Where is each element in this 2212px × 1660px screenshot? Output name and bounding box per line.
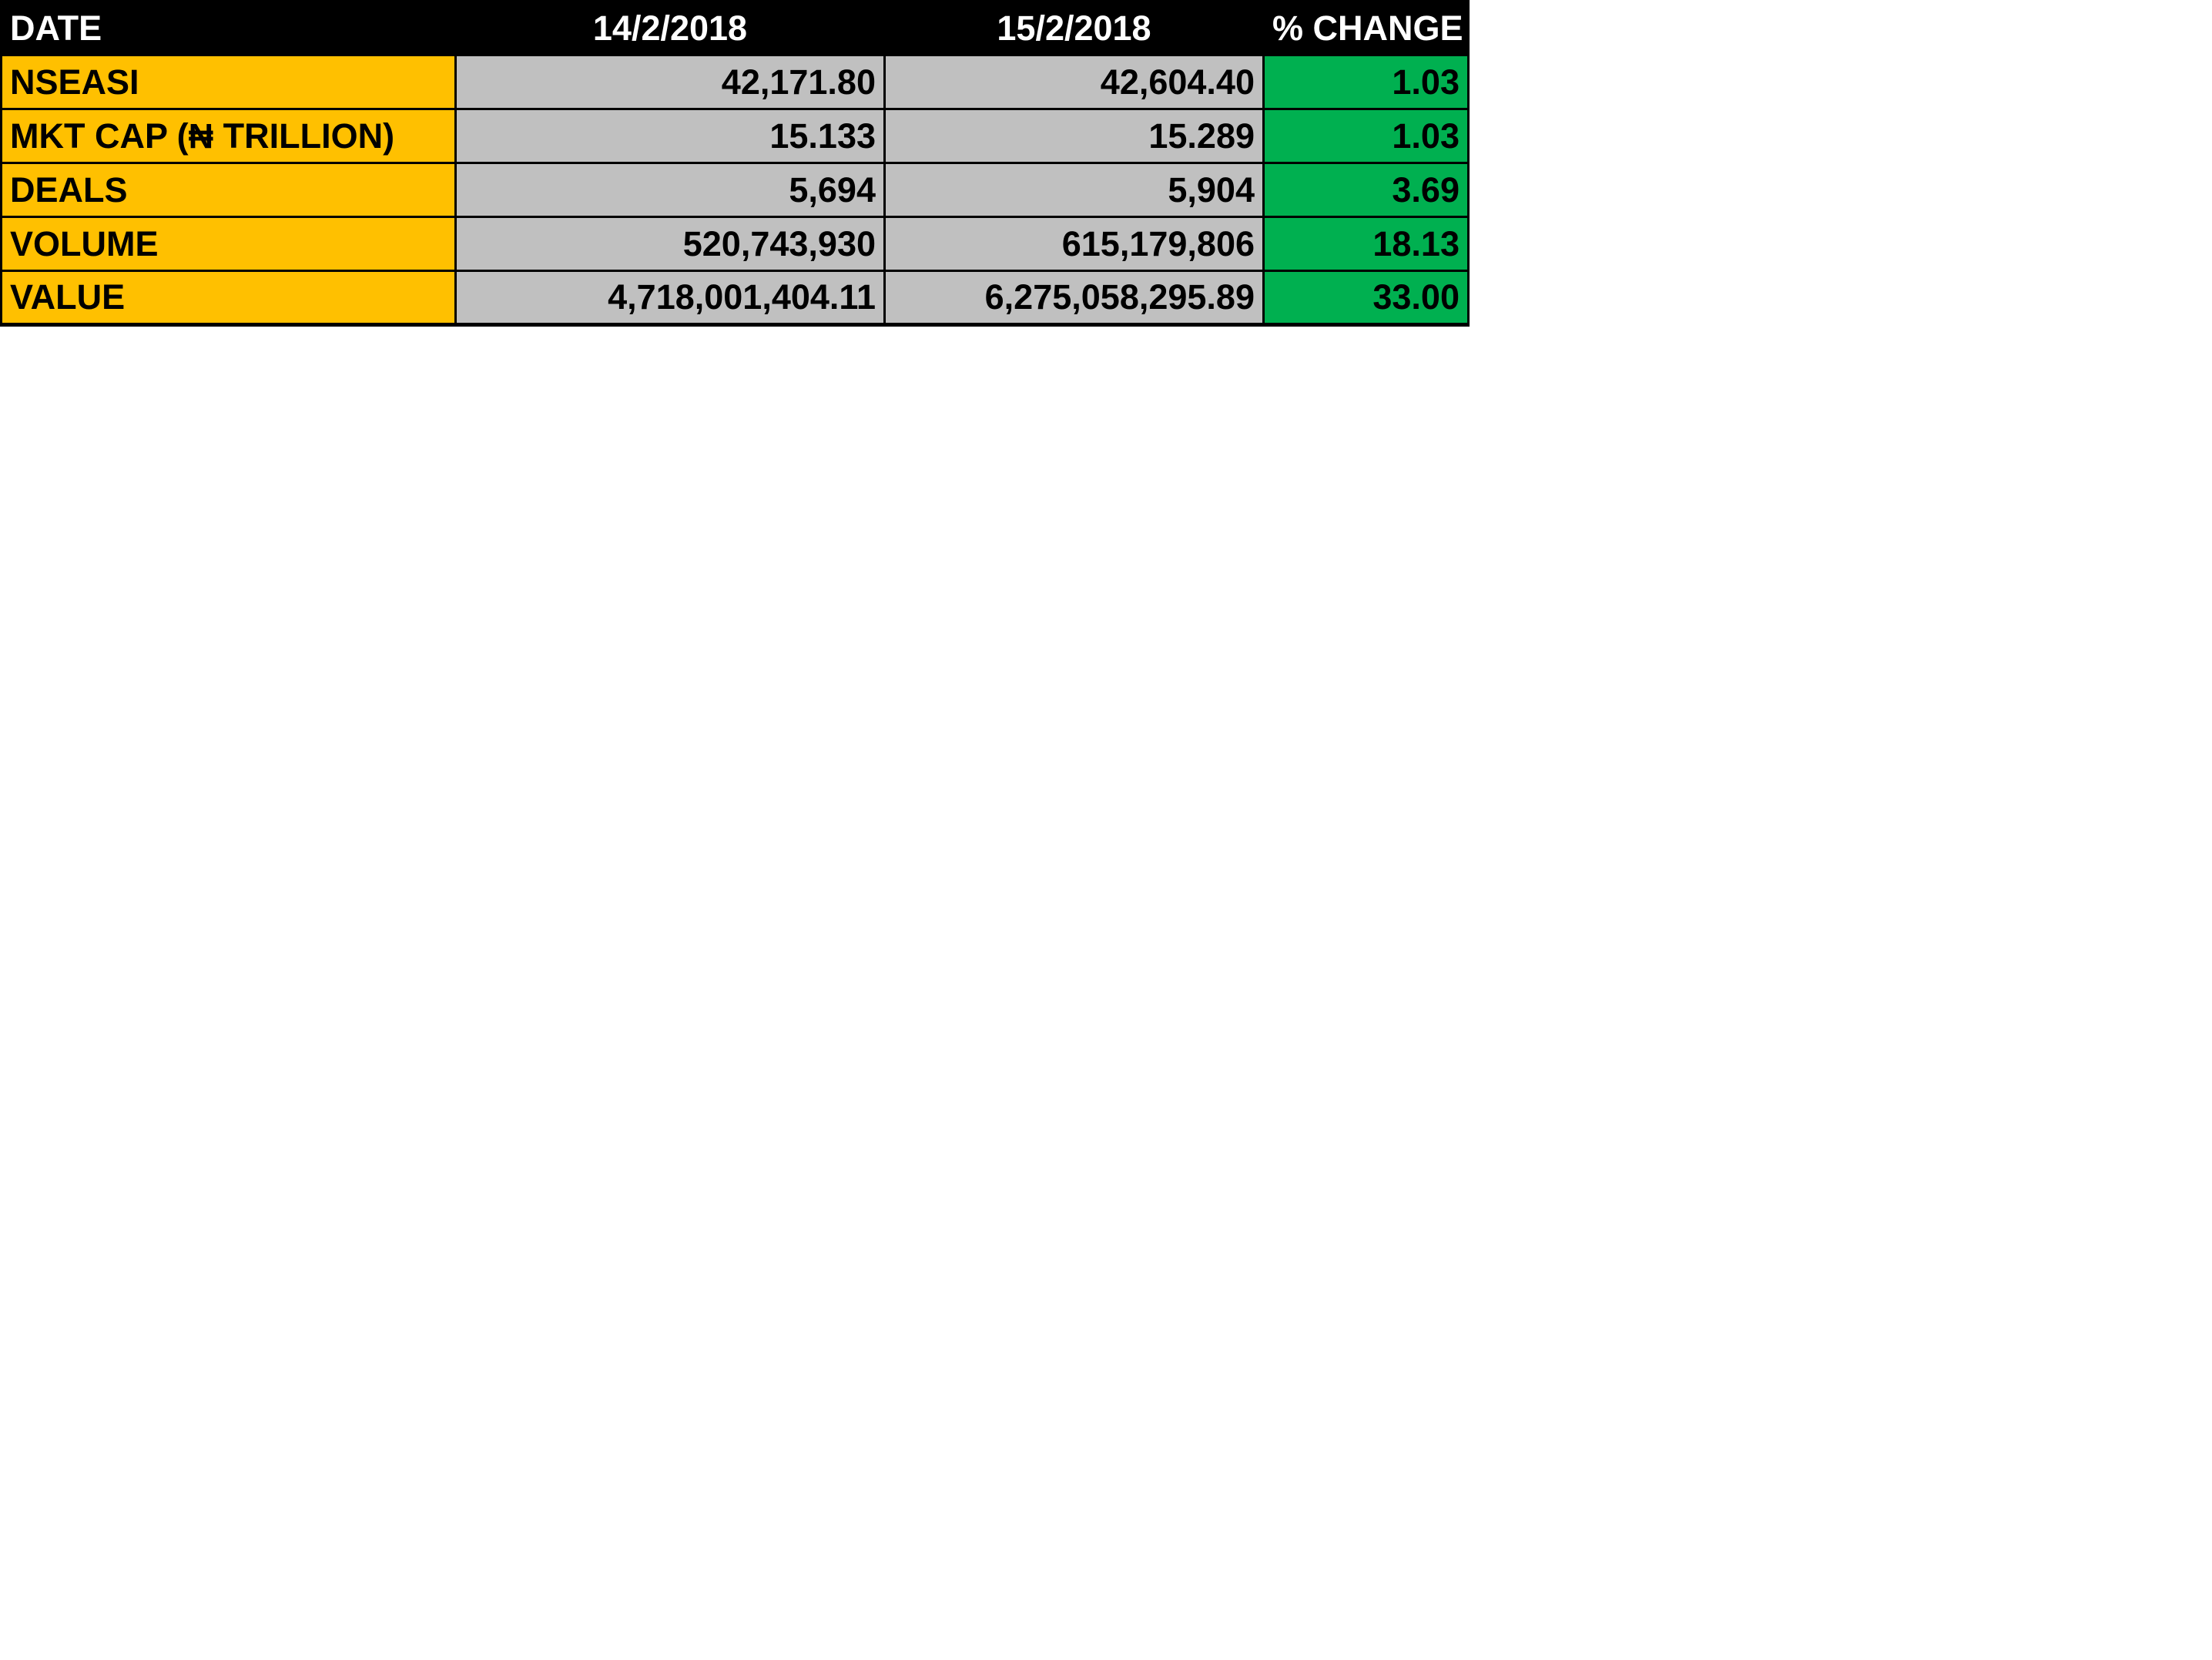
value-cell: 6,275,058,295.89 bbox=[884, 270, 1265, 327]
row-label: VALUE bbox=[0, 270, 457, 327]
market-summary-table: DATE 14/2/2018 15/2/2018 % CHANGE NSEASI… bbox=[0, 0, 1470, 327]
table-header-row: DATE 14/2/2018 15/2/2018 % CHANGE bbox=[0, 0, 1470, 56]
header-date: DATE bbox=[0, 0, 457, 56]
table-row: VALUE 4,718,001,404.11 6,275,058,295.89 … bbox=[0, 270, 1470, 327]
row-label: VOLUME bbox=[0, 216, 457, 272]
header-date-2: 15/2/2018 bbox=[883, 0, 1265, 56]
change-cell: 1.03 bbox=[1263, 54, 1470, 110]
value-cell: 5,694 bbox=[455, 162, 886, 218]
value-cell: 15.133 bbox=[455, 108, 886, 164]
row-label: DEALS bbox=[0, 162, 457, 218]
change-cell: 3.69 bbox=[1263, 162, 1470, 218]
table-row: MKT CAP (₦ TRILLION) 15.133 15.289 1.03 bbox=[0, 108, 1470, 164]
header-percent-change: % CHANGE bbox=[1262, 0, 1470, 56]
header-date-1: 14/2/2018 bbox=[454, 0, 886, 56]
change-cell: 1.03 bbox=[1263, 108, 1470, 164]
value-cell: 5,904 bbox=[884, 162, 1265, 218]
value-cell: 4,718,001,404.11 bbox=[455, 270, 886, 327]
value-cell: 15.289 bbox=[884, 108, 1265, 164]
value-cell: 42,604.40 bbox=[884, 54, 1265, 110]
table-row: DEALS 5,694 5,904 3.69 bbox=[0, 162, 1470, 218]
row-label: MKT CAP (₦ TRILLION) bbox=[0, 108, 457, 164]
change-cell: 18.13 bbox=[1263, 216, 1470, 272]
table-row: VOLUME 520,743,930 615,179,806 18.13 bbox=[0, 216, 1470, 272]
value-cell: 520,743,930 bbox=[455, 216, 886, 272]
value-cell: 42,171.80 bbox=[455, 54, 886, 110]
row-label: NSEASI bbox=[0, 54, 457, 110]
table-row: NSEASI 42,171.80 42,604.40 1.03 bbox=[0, 54, 1470, 110]
value-cell: 615,179,806 bbox=[884, 216, 1265, 272]
change-cell: 33.00 bbox=[1263, 270, 1470, 327]
